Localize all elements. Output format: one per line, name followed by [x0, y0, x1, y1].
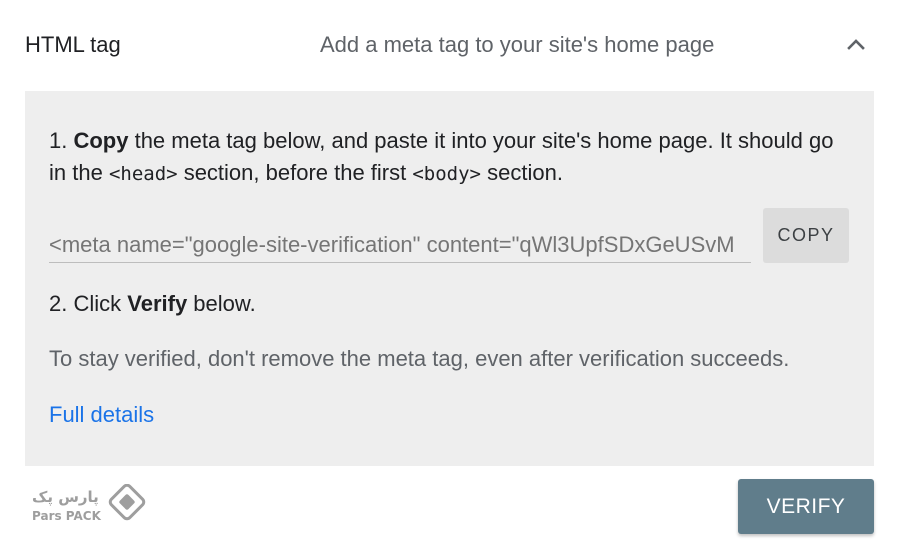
head-code: <head>: [108, 163, 178, 185]
logo-mark-icon: [108, 483, 146, 521]
instructions-panel: 1. Copy the meta tag below, and paste it…: [25, 91, 874, 466]
step-1-text: 1. Copy the meta tag below, and paste it…: [49, 125, 849, 190]
step-1-text-c: section.: [481, 160, 563, 185]
step-1-bold: Copy: [73, 128, 129, 153]
logo-text-fa: پارس پک: [32, 488, 99, 507]
step-1-number: 1.: [49, 128, 74, 153]
step-2-bold: Verify: [127, 291, 188, 316]
verification-note: To stay verified, don't remove the meta …: [49, 346, 790, 371]
verify-button[interactable]: VERIFY: [738, 479, 874, 534]
step-1-text-b: section, before the first: [177, 160, 413, 185]
logo-text-en: Pars PACK: [32, 509, 102, 523]
step-2-suffix: below.: [187, 291, 256, 316]
collapse-button[interactable]: [838, 26, 874, 62]
step-2-prefix: 2. Click: [49, 291, 128, 316]
chevron-up-icon: [847, 39, 865, 50]
method-description: Add a meta tag to your site's home page: [320, 32, 715, 57]
method-title: HTML tag: [25, 32, 121, 57]
pars-pack-logo: پارس پک Pars PACK: [30, 483, 152, 530]
meta-tag-field[interactable]: [49, 225, 751, 263]
body-code: <body>: [412, 163, 481, 185]
full-details-link[interactable]: Full details: [49, 402, 154, 428]
step-2-text: 2. Click Verify below.: [49, 291, 256, 317]
method-header[interactable]: HTML tag Add a meta tag to your site's h…: [0, 0, 900, 90]
copy-button[interactable]: COPY: [763, 208, 849, 263]
meta-tag-input[interactable]: [49, 225, 751, 258]
